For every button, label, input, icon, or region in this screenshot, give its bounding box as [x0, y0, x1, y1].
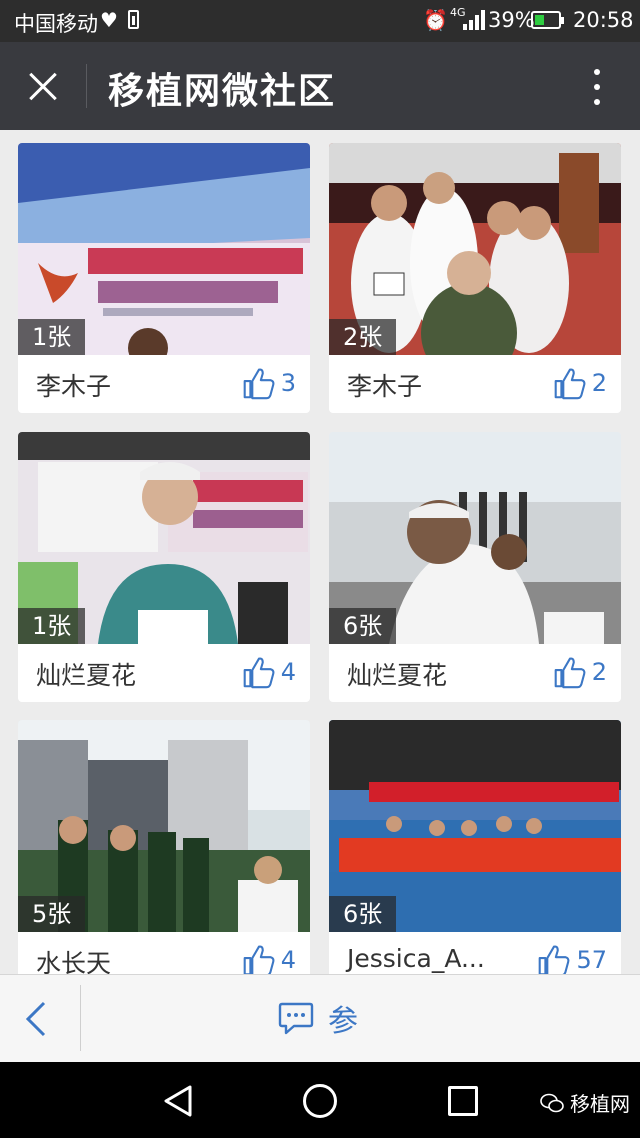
author-name[interactable]: 灿烂夏花	[347, 656, 447, 692]
post-photo-banner-group[interactable]: 6张	[329, 720, 621, 932]
post-photo-stadium[interactable]: 6张	[329, 432, 621, 644]
post-photo-banner[interactable]: 1张	[18, 143, 310, 355]
more-vertical-icon[interactable]	[585, 66, 609, 108]
post-card[interactable]: 2张 李木子 2	[329, 143, 621, 413]
battery-percent: 39%	[488, 8, 535, 32]
title-bar: 移植网微社区	[0, 42, 640, 130]
chevron-left-icon[interactable]	[22, 999, 52, 1039]
post-photo-portrait[interactable]: 1张	[18, 432, 310, 644]
thumbs-up-icon	[243, 368, 275, 400]
post-photo-group[interactable]: 2张	[329, 143, 621, 355]
photo-count-badge: 1张	[18, 319, 86, 355]
post-photo-guards[interactable]: 5张	[18, 720, 310, 932]
post-card[interactable]: 5张 水长天 4	[18, 720, 310, 990]
like-count: 57	[576, 946, 607, 974]
like-button[interactable]: 2	[550, 363, 607, 403]
like-button[interactable]: 3	[239, 363, 296, 403]
comment-button[interactable]: 参	[278, 993, 358, 1043]
alarm-icon: ⏰	[423, 8, 448, 32]
nav-back-icon[interactable]	[160, 1084, 196, 1118]
thumbs-up-icon	[554, 657, 586, 689]
comment-icon	[278, 1002, 314, 1035]
like-button[interactable]: 4	[239, 652, 296, 692]
photo-count-badge: 5张	[18, 896, 86, 932]
clock: 20:58	[573, 8, 634, 32]
photo-count-badge: 2张	[329, 319, 397, 355]
like-count: 4	[280, 946, 296, 974]
like-button[interactable]: 2	[550, 652, 607, 692]
thumbs-up-icon	[554, 368, 586, 400]
wechat-logo-icon	[540, 1093, 564, 1112]
close-icon[interactable]	[20, 64, 66, 110]
author-name[interactable]: 李木子	[347, 367, 422, 403]
toolbar-divider	[80, 985, 81, 1051]
heart-icon: ♥	[100, 8, 118, 32]
carrier-name: 中国移动	[14, 12, 98, 36]
author-name[interactable]: 灿烂夏花	[36, 656, 136, 692]
signal-icon	[463, 10, 485, 30]
watermark: 移植网	[540, 1088, 630, 1117]
comment-label: 参	[328, 1004, 358, 1039]
like-count: 4	[280, 658, 296, 686]
post-card[interactable]: 1张 灿烂夏花 4	[18, 432, 310, 702]
nav-recent-icon[interactable]	[448, 1086, 478, 1116]
status-bar: 中国移动 ♥ ⏰ 4G 39% 20:58	[0, 0, 640, 42]
photo-count-badge: 6张	[329, 896, 397, 932]
thumbs-up-icon	[243, 657, 275, 689]
battery-icon	[531, 11, 564, 29]
battery-small-icon	[128, 10, 139, 29]
like-count: 2	[591, 369, 607, 397]
photo-count-badge: 1张	[18, 608, 86, 644]
watermark-text: 移植网	[570, 1092, 630, 1116]
like-count: 2	[591, 658, 607, 686]
title-divider	[86, 64, 87, 108]
post-card[interactable]: 6张 灿烂夏花 2	[329, 432, 621, 702]
system-nav-bar: 移植网	[0, 1062, 640, 1138]
nav-home-icon[interactable]	[303, 1084, 337, 1118]
bottom-toolbar: 参	[0, 974, 640, 1062]
photo-count-badge: 6张	[329, 608, 397, 644]
post-card[interactable]: 1张 李木子 3	[18, 143, 310, 413]
post-card[interactable]: 6张 Jessica_A... 57	[329, 720, 621, 990]
author-name[interactable]: 李木子	[36, 367, 111, 403]
author-name[interactable]: Jessica_A...	[347, 944, 485, 973]
page-title: 移植网微社区	[108, 71, 337, 112]
like-count: 3	[280, 369, 296, 397]
